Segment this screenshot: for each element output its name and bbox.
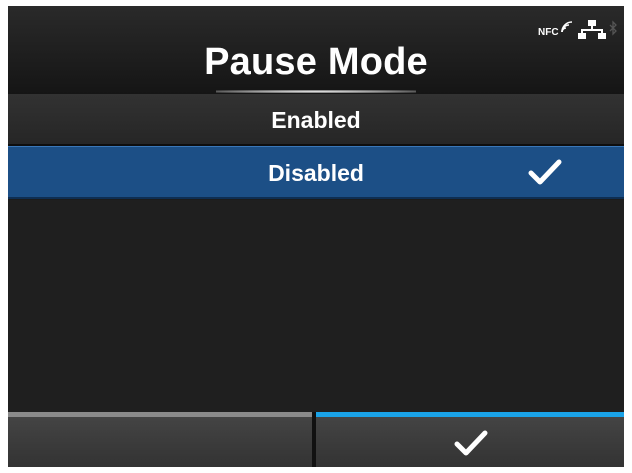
confirm-button[interactable]	[316, 412, 624, 467]
option-label: Enabled	[271, 107, 361, 133]
selected-checkmark-icon	[528, 159, 562, 185]
lan-icon	[578, 20, 606, 39]
page-title: Pause Mode	[204, 41, 428, 83]
nfc-waves-icon	[561, 21, 573, 33]
nfc-icon: NFC	[538, 18, 574, 42]
checkmark-icon	[454, 430, 488, 456]
header: Pause Mode NFC	[8, 6, 624, 94]
option-list: Enabled Disabled	[8, 94, 624, 199]
softkey-bar	[8, 412, 624, 467]
empty-list-area	[8, 200, 624, 412]
softkey-divider	[312, 412, 316, 467]
status-icons: NFC	[538, 18, 618, 46]
printer-display: Pause Mode NFC Enabled Disabled	[8, 6, 624, 467]
option-enabled[interactable]: Enabled	[8, 94, 624, 146]
bluetooth-icon	[609, 20, 617, 36]
option-disabled[interactable]: Disabled	[8, 146, 624, 199]
nfc-label: NFC	[538, 27, 559, 38]
title-underline	[216, 90, 416, 93]
softkey-left-button[interactable]	[8, 412, 312, 467]
